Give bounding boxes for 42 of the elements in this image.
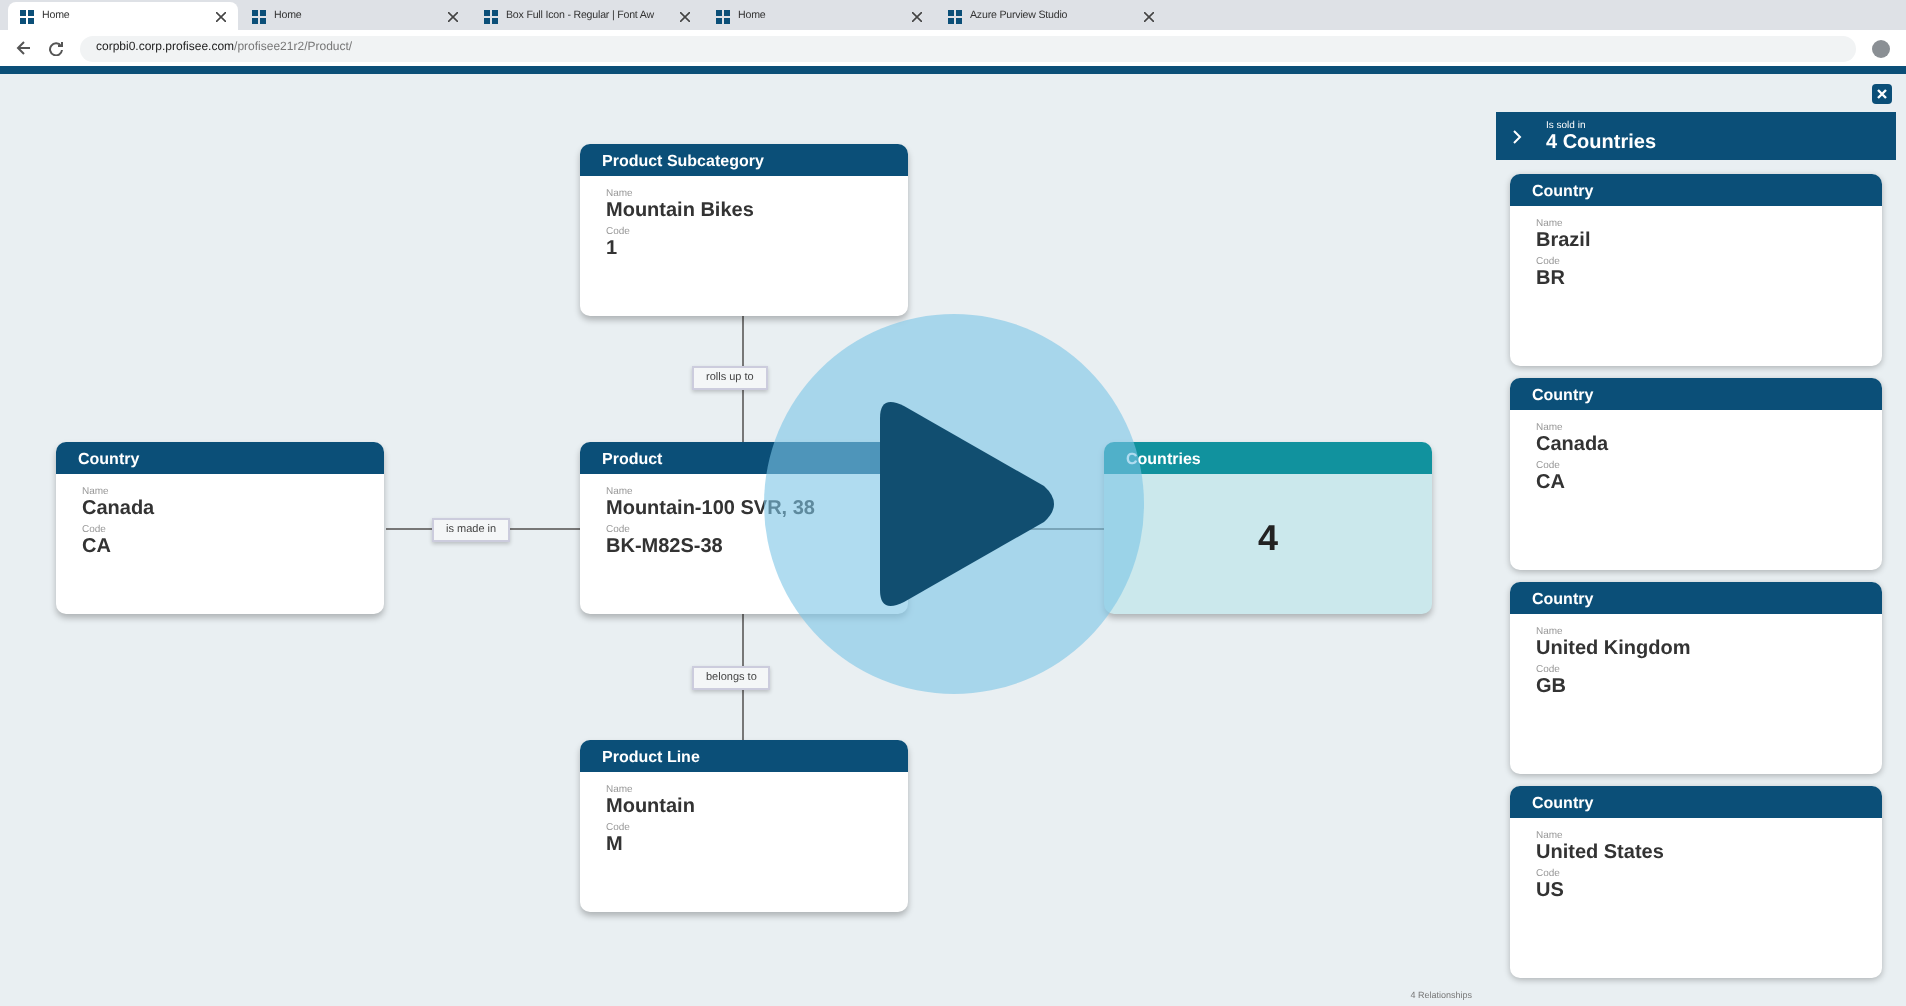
card-header: Country	[1510, 378, 1882, 410]
card-header: Country	[56, 442, 384, 474]
grid-icon	[948, 9, 962, 23]
field-value: CA	[82, 536, 113, 558]
card-header: Countries	[1104, 442, 1432, 474]
field-value: M	[606, 834, 625, 856]
grid-icon	[252, 9, 266, 23]
field-value: BK-M82S-38	[606, 536, 725, 558]
grid-icon	[484, 9, 498, 23]
panel-title: 4 Countries	[1546, 131, 1657, 153]
card-header: Country	[1510, 174, 1882, 206]
field-value: United States	[1536, 842, 1666, 864]
field-value: US	[1536, 880, 1566, 902]
chevron-right-icon[interactable]	[1512, 129, 1522, 143]
card-header: Product Subcategory	[580, 144, 908, 176]
close-icon[interactable]	[1144, 11, 1154, 21]
close-icon[interactable]	[912, 11, 922, 21]
field-value: Brazil	[1536, 230, 1593, 252]
grid-icon	[716, 9, 730, 23]
card-header: Product Line	[580, 740, 908, 772]
card-header: Country	[1510, 786, 1882, 818]
field-value: GB	[1536, 676, 1568, 698]
field-value: 1	[606, 238, 620, 260]
back-icon[interactable]	[16, 40, 32, 56]
close-icon[interactable]	[448, 11, 458, 21]
grid-icon	[20, 9, 34, 23]
count-value: 4	[1255, 518, 1280, 560]
field-value: United Kingdom	[1536, 638, 1693, 660]
close-icon[interactable]	[680, 11, 690, 21]
field-value: Canada	[82, 498, 157, 520]
count-card[interactable]: Countries 4	[1104, 442, 1432, 614]
reload-icon[interactable]	[48, 40, 64, 56]
field-value: Canada	[1536, 434, 1611, 456]
field-value: Mountain-100 SVR, 38	[606, 498, 817, 520]
field-value: Mountain	[606, 796, 697, 818]
close-icon[interactable]	[216, 11, 226, 21]
card-header: Country	[1510, 582, 1882, 614]
field-value: BR	[1536, 268, 1567, 290]
account-icon[interactable]	[1872, 39, 1890, 57]
close-button[interactable]	[1872, 84, 1892, 104]
field-value: CA	[1536, 472, 1567, 494]
field-value: Mountain Bikes	[606, 200, 756, 222]
